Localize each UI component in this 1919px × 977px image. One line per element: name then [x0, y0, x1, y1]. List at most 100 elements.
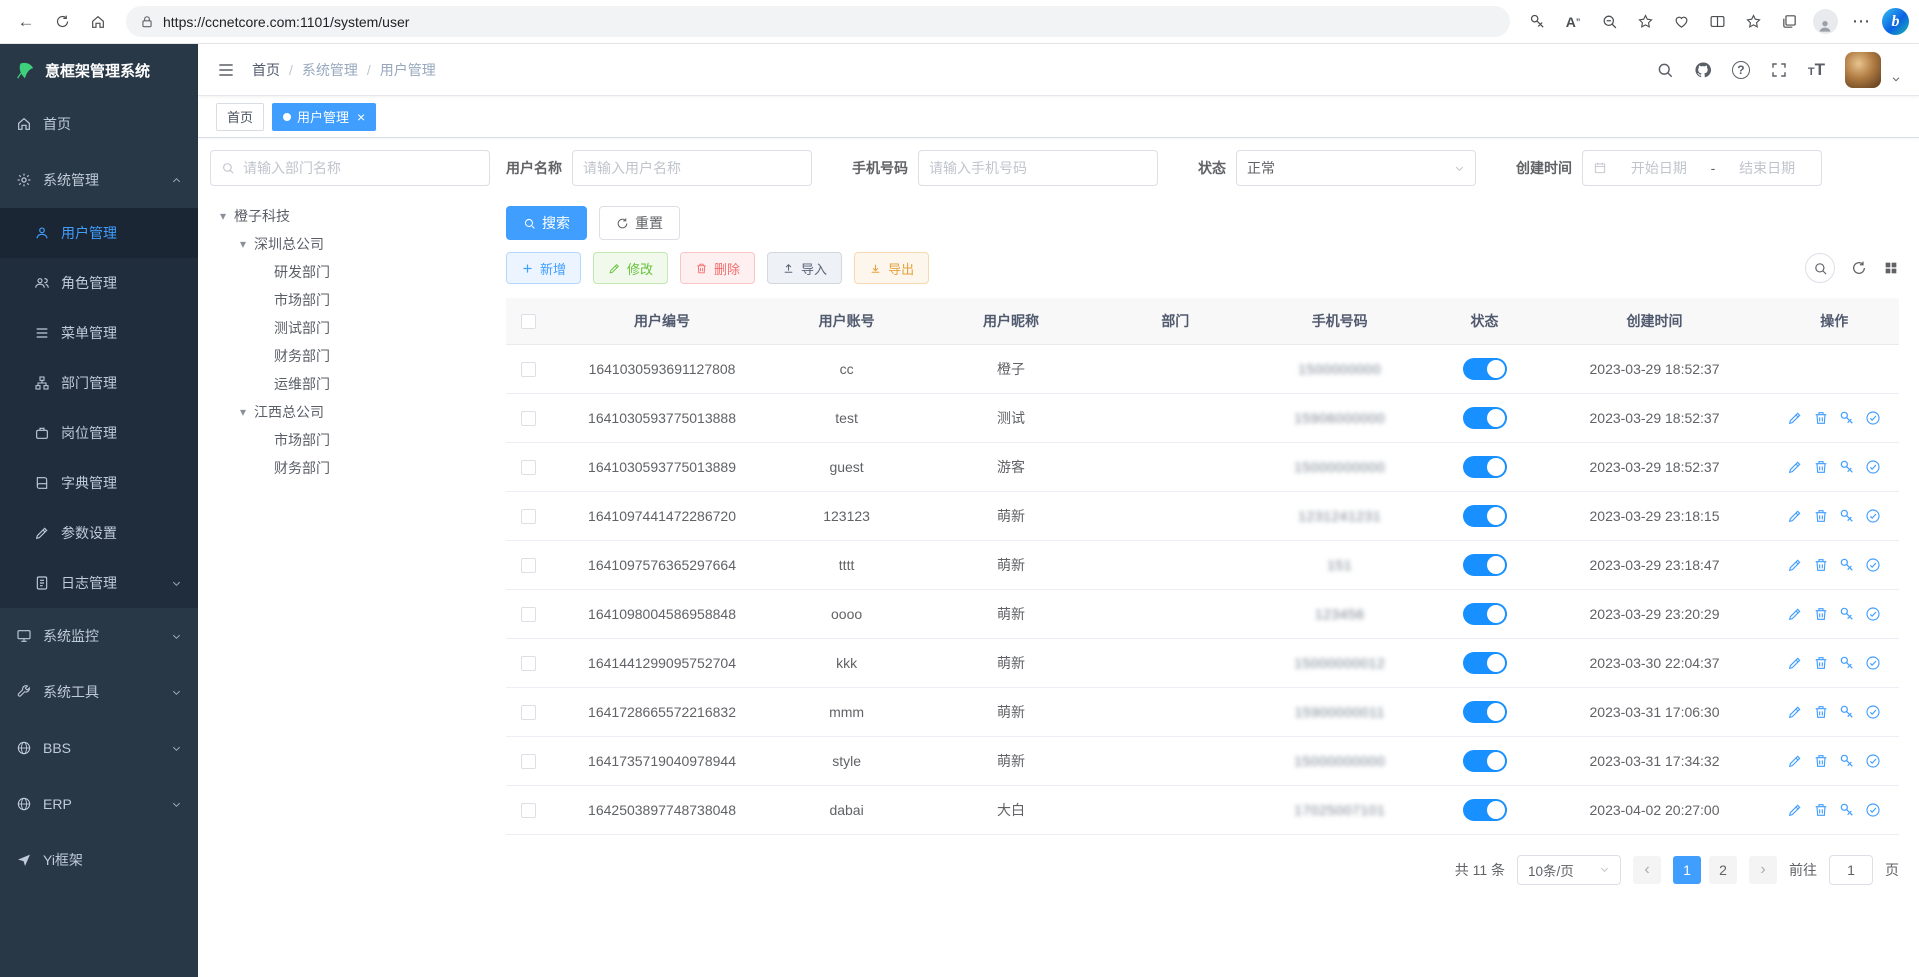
- checkbox[interactable]: [521, 656, 536, 671]
- prev-page-button[interactable]: ‹: [1633, 856, 1661, 884]
- browser-back-icon[interactable]: ←: [10, 6, 42, 38]
- close-icon[interactable]: ×: [357, 110, 365, 124]
- status-toggle[interactable]: [1463, 505, 1507, 527]
- search-button[interactable]: 搜索: [506, 206, 587, 240]
- collections-icon[interactable]: [1774, 7, 1804, 37]
- modify-button[interactable]: 修改: [593, 252, 668, 284]
- edit-action-icon[interactable]: [1787, 802, 1803, 818]
- dept-search-input[interactable]: [210, 150, 490, 186]
- browser-refresh-icon[interactable]: [46, 6, 78, 38]
- more-menu-icon[interactable]: ⋯: [1846, 7, 1876, 37]
- edit-action-icon[interactable]: [1787, 557, 1803, 573]
- checkbox[interactable]: [521, 705, 536, 720]
- caret-down-icon[interactable]: ▾: [236, 237, 250, 251]
- sidebar-item-erp[interactable]: ERP: [0, 776, 198, 832]
- url-text[interactable]: https://ccnetcore.com:1101/system/user: [163, 14, 409, 30]
- read-aloud-icon[interactable]: A”: [1558, 7, 1588, 37]
- refresh-table-icon[interactable]: [1851, 260, 1867, 276]
- github-icon[interactable]: [1694, 61, 1712, 79]
- status-toggle[interactable]: [1463, 358, 1507, 380]
- delete-button[interactable]: 删除: [680, 252, 755, 284]
- reset-password-action-icon[interactable]: [1839, 655, 1855, 671]
- browser-profile-avatar[interactable]: [1810, 7, 1840, 37]
- checkbox[interactable]: [521, 754, 536, 769]
- edit-action-icon[interactable]: [1787, 606, 1803, 622]
- favorites-bar-icon[interactable]: [1738, 7, 1768, 37]
- breadcrumb-system[interactable]: 系统管理: [302, 60, 358, 80]
- reset-password-action-icon[interactable]: [1839, 459, 1855, 475]
- status-toggle[interactable]: [1463, 603, 1507, 625]
- reset-password-action-icon[interactable]: [1839, 753, 1855, 769]
- sidebar-item-system-monitor[interactable]: 系统监控: [0, 608, 198, 664]
- sidebar-item-role-mgmt[interactable]: 角色管理: [0, 258, 198, 308]
- assign-role-action-icon[interactable]: [1865, 802, 1881, 818]
- checkbox[interactable]: [521, 362, 536, 377]
- assign-role-action-icon[interactable]: [1865, 459, 1881, 475]
- assign-role-action-icon[interactable]: [1865, 606, 1881, 622]
- zoom-icon[interactable]: [1594, 7, 1624, 37]
- browser-home-icon[interactable]: [82, 6, 114, 38]
- assign-role-action-icon[interactable]: [1865, 704, 1881, 720]
- status-select[interactable]: 正常: [1236, 150, 1476, 186]
- checkbox[interactable]: [521, 558, 536, 573]
- avatar-caret-down-icon[interactable]: [1891, 74, 1901, 84]
- checkbox[interactable]: [521, 509, 536, 524]
- export-button[interactable]: 导出: [854, 252, 929, 284]
- sidebar-item-dept-mgmt[interactable]: 部门管理: [0, 358, 198, 408]
- password-key-icon[interactable]: [1522, 7, 1552, 37]
- font-size-icon[interactable]: TT: [1808, 60, 1825, 80]
- sidebar-item-home[interactable]: 首页: [0, 96, 198, 152]
- page-button-2[interactable]: 2: [1709, 856, 1737, 884]
- delete-action-icon[interactable]: [1813, 606, 1829, 622]
- checkbox[interactable]: [521, 607, 536, 622]
- sidebar-item-param-settings[interactable]: 参数设置: [0, 508, 198, 558]
- caret-down-icon[interactable]: ▾: [216, 209, 230, 223]
- reset-password-action-icon[interactable]: [1839, 606, 1855, 622]
- favorites-icon[interactable]: [1630, 7, 1660, 37]
- sidebar-item-menu-mgmt[interactable]: 菜单管理: [0, 308, 198, 358]
- edit-action-icon[interactable]: [1787, 753, 1803, 769]
- username-field[interactable]: [583, 160, 801, 176]
- tree-node[interactable]: 研发部门: [210, 258, 490, 286]
- sidebar-item-log-mgmt[interactable]: 日志管理: [0, 558, 198, 608]
- delete-action-icon[interactable]: [1813, 802, 1829, 818]
- assign-role-action-icon[interactable]: [1865, 410, 1881, 426]
- reset-password-action-icon[interactable]: [1839, 410, 1855, 426]
- status-toggle[interactable]: [1463, 554, 1507, 576]
- copilot-icon[interactable]: b: [1882, 8, 1909, 35]
- reset-password-action-icon[interactable]: [1839, 802, 1855, 818]
- assign-role-action-icon[interactable]: [1865, 655, 1881, 671]
- reset-password-action-icon[interactable]: [1839, 557, 1855, 573]
- sidebar-item-yi-framework[interactable]: Yi框架: [0, 832, 198, 888]
- assign-role-action-icon[interactable]: [1865, 557, 1881, 573]
- status-toggle[interactable]: [1463, 456, 1507, 478]
- tab-user-mgmt[interactable]: 用户管理×: [272, 103, 376, 131]
- fullscreen-icon[interactable]: [1770, 61, 1788, 79]
- reset-password-action-icon[interactable]: [1839, 508, 1855, 524]
- status-toggle[interactable]: [1463, 701, 1507, 723]
- tree-node[interactable]: 测试部门: [210, 314, 490, 342]
- add-button[interactable]: 新增: [506, 252, 581, 284]
- edit-action-icon[interactable]: [1787, 459, 1803, 475]
- header-search-icon[interactable]: [1656, 61, 1674, 79]
- tree-node[interactable]: ▾橙子科技: [210, 202, 490, 230]
- status-toggle[interactable]: [1463, 652, 1507, 674]
- tree-node[interactable]: ▾深圳总公司: [210, 230, 490, 258]
- date-start-placeholder[interactable]: 开始日期: [1615, 158, 1703, 178]
- edit-action-icon[interactable]: [1787, 508, 1803, 524]
- edit-action-icon[interactable]: [1787, 410, 1803, 426]
- delete-action-icon[interactable]: [1813, 704, 1829, 720]
- sidebar-item-bbs[interactable]: BBS: [0, 720, 198, 776]
- tree-node[interactable]: 运维部门: [210, 370, 490, 398]
- checkbox[interactable]: [521, 314, 536, 329]
- sidebar-item-post-mgmt[interactable]: 岗位管理: [0, 408, 198, 458]
- delete-action-icon[interactable]: [1813, 655, 1829, 671]
- next-page-button[interactable]: ›: [1749, 856, 1777, 884]
- sidebar-item-system-tools[interactable]: 系统工具: [0, 664, 198, 720]
- delete-action-icon[interactable]: [1813, 557, 1829, 573]
- toggle-search-icon[interactable]: [1805, 253, 1835, 283]
- assign-role-action-icon[interactable]: [1865, 508, 1881, 524]
- date-range-picker[interactable]: 开始日期 - 结束日期: [1582, 150, 1822, 186]
- tree-node[interactable]: 市场部门: [210, 426, 490, 454]
- delete-action-icon[interactable]: [1813, 459, 1829, 475]
